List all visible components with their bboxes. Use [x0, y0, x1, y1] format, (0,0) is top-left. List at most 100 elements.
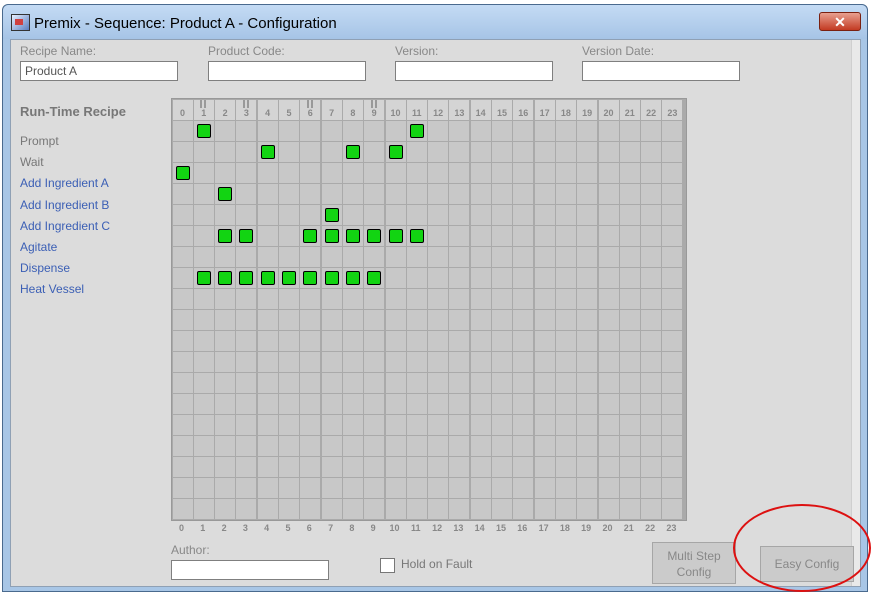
grid-cell[interactable] — [321, 415, 342, 436]
grid-cell[interactable] — [470, 141, 491, 162]
grid-cell[interactable] — [470, 267, 491, 288]
grid-cell[interactable] — [428, 225, 449, 246]
grid-cell[interactable] — [428, 183, 449, 204]
grid-cell[interactable] — [598, 415, 619, 436]
grid-cell[interactable] — [321, 183, 342, 204]
grid-cell[interactable] — [619, 162, 640, 183]
grid-cell[interactable] — [619, 225, 640, 246]
author-input[interactable] — [171, 560, 329, 580]
grid-cell[interactable] — [534, 183, 555, 204]
grid-cell[interactable] — [619, 246, 640, 267]
grid-cell[interactable] — [342, 246, 363, 267]
grid-cell[interactable] — [428, 394, 449, 415]
grid-cell[interactable] — [577, 415, 598, 436]
grid-cell[interactable] — [662, 331, 683, 352]
grid-cell[interactable] — [577, 246, 598, 267]
grid-cell[interactable] — [364, 499, 385, 520]
grid-cell[interactable] — [257, 204, 278, 225]
grid-cell[interactable] — [513, 183, 534, 204]
grid-cell[interactable] — [470, 120, 491, 141]
grid-cell[interactable] — [641, 478, 662, 499]
grid-cell[interactable] — [492, 204, 512, 225]
grid-cell[interactable] — [257, 162, 278, 183]
grid-cell[interactable] — [428, 246, 449, 267]
grid-cell[interactable] — [236, 457, 257, 478]
grid-cell[interactable] — [598, 310, 619, 330]
grid-cell[interactable] — [193, 204, 214, 225]
grid-cell[interactable] — [598, 162, 619, 183]
grid-cell[interactable] — [172, 457, 193, 478]
step-active-marker[interactable] — [218, 228, 233, 243]
grid-cell[interactable] — [385, 162, 406, 183]
step-active-marker[interactable] — [345, 270, 360, 285]
grid-cell[interactable] — [385, 436, 406, 457]
grid-cell[interactable] — [534, 141, 555, 162]
grid-cell[interactable] — [364, 246, 385, 267]
grid-cell[interactable] — [662, 288, 683, 309]
grid-cell[interactable] — [470, 415, 491, 436]
grid-cell[interactable] — [321, 373, 342, 394]
grid-cell[interactable] — [428, 499, 449, 520]
grid-cell[interactable] — [342, 499, 363, 520]
grid-cell[interactable] — [342, 183, 363, 204]
grid-cell[interactable] — [321, 120, 342, 141]
grid-cell[interactable] — [215, 331, 236, 352]
grid-cell[interactable] — [193, 246, 214, 267]
grid-cell[interactable] — [555, 225, 576, 246]
grid-cell[interactable] — [385, 373, 406, 394]
grid-cell[interactable] — [598, 436, 619, 457]
grid-cell[interactable] — [364, 310, 385, 330]
grid-cell[interactable] — [641, 120, 662, 141]
grid-cell[interactable] — [406, 394, 427, 415]
phase-label[interactable]: Add Ingredient B — [20, 198, 109, 212]
grid-cell[interactable] — [598, 394, 619, 415]
grid-cell[interactable] — [193, 225, 214, 246]
grid-cell[interactable] — [172, 141, 193, 162]
grid-cell[interactable] — [385, 310, 406, 330]
grid-cell[interactable] — [428, 120, 449, 141]
grid-cell[interactable] — [193, 499, 214, 520]
grid-cell[interactable] — [215, 499, 236, 520]
grid-cell[interactable] — [577, 478, 598, 499]
grid-cell[interactable] — [321, 436, 342, 457]
grid-cell[interactable] — [662, 499, 683, 520]
grid-cell[interactable] — [236, 246, 257, 267]
grid-cell[interactable] — [449, 204, 470, 225]
grid-cell[interactable] — [342, 436, 363, 457]
grid-cell[interactable] — [555, 436, 576, 457]
grid-cell[interactable] — [534, 415, 555, 436]
grid-cell[interactable] — [300, 204, 321, 225]
grid-cell[interactable] — [662, 141, 683, 162]
grid-cell[interactable] — [534, 394, 555, 415]
grid-cell[interactable] — [342, 457, 363, 478]
grid-cell[interactable] — [470, 373, 491, 394]
grid-cell[interactable] — [172, 246, 193, 267]
grid-cell[interactable] — [321, 331, 342, 352]
grid-cell[interactable] — [534, 120, 555, 141]
grid-cell[interactable] — [193, 288, 214, 309]
grid-cell[interactable] — [257, 246, 278, 267]
grid-cell[interactable] — [342, 415, 363, 436]
grid-cell[interactable] — [279, 204, 299, 225]
grid-cell[interactable] — [662, 204, 683, 225]
step-active-marker[interactable] — [409, 228, 424, 243]
grid-cell[interactable] — [215, 457, 236, 478]
step-active-marker[interactable] — [260, 270, 275, 285]
grid-cell[interactable] — [598, 225, 619, 246]
grid-cell[interactable] — [193, 352, 214, 373]
grid-cell[interactable] — [193, 373, 214, 394]
grid-cell[interactable] — [215, 436, 236, 457]
grid-cell[interactable] — [492, 457, 512, 478]
grid-cell[interactable] — [492, 436, 512, 457]
grid-cell[interactable] — [428, 267, 449, 288]
grid-cell[interactable] — [534, 310, 555, 330]
grid-cell[interactable] — [364, 478, 385, 499]
grid-cell[interactable] — [641, 457, 662, 478]
grid-cell[interactable] — [449, 457, 470, 478]
grid-cell[interactable] — [492, 394, 512, 415]
grid-cell[interactable] — [577, 204, 598, 225]
grid-cell[interactable] — [321, 246, 342, 267]
grid-cell[interactable] — [449, 415, 470, 436]
grid-cell[interactable] — [406, 162, 427, 183]
grid-cell[interactable] — [598, 120, 619, 141]
